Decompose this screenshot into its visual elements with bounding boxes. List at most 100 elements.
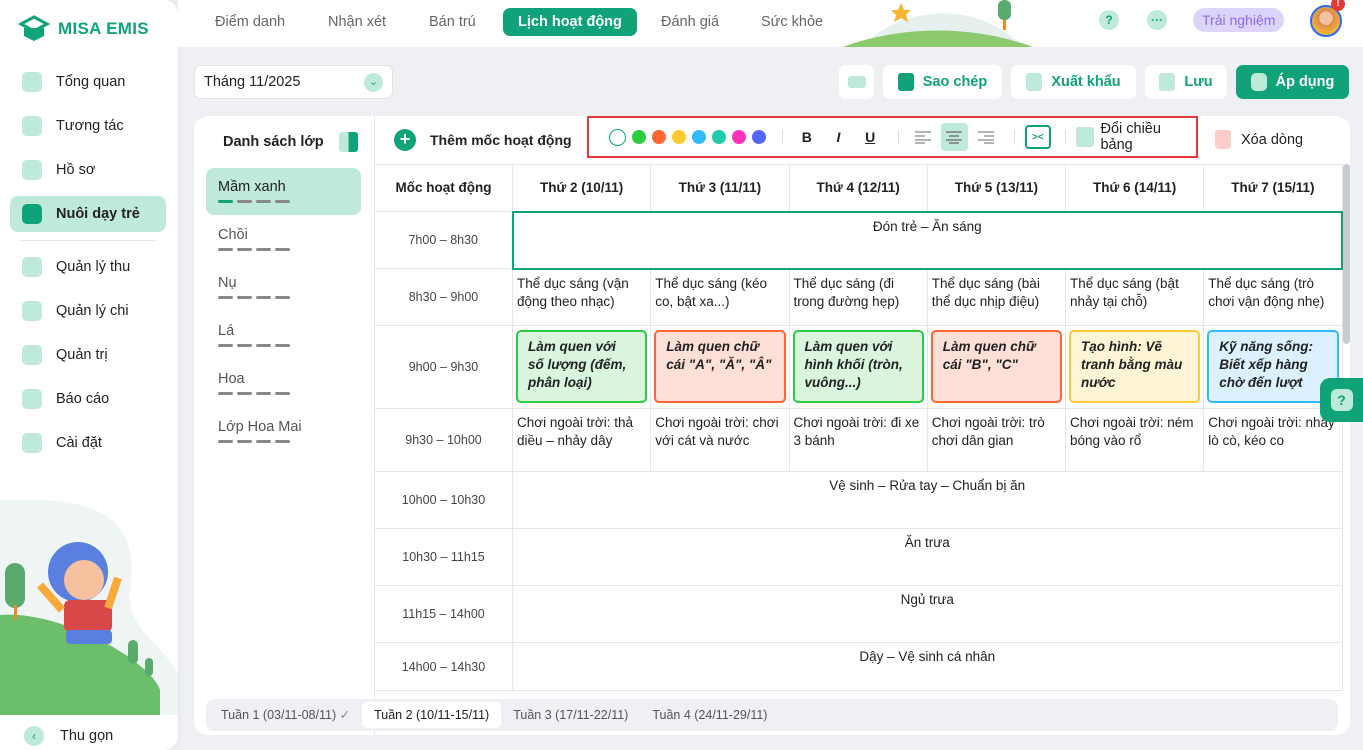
activity-cell[interactable]: Thể dục sáng (bật nhảy tại chỗ) — [1066, 269, 1204, 326]
activity-cell[interactable]: Làm quen chữ cái "B", "C" — [927, 326, 1065, 409]
activity-cell[interactable]: Thể dục sáng (bài thể dục nhịp điệu) — [927, 269, 1065, 326]
sidebar-item-quan-ly-chi[interactable]: Quản lý chi — [10, 293, 166, 329]
separator — [898, 130, 899, 144]
tab-anh-gia[interactable]: Đánh giá — [646, 8, 734, 36]
sidebar-item-tong-quan[interactable]: Tổng quan — [10, 64, 166, 100]
logo[interactable]: MISA EMIS — [18, 14, 149, 44]
week-label: Tuần 4 (24/11-29/11) — [652, 708, 767, 722]
color-swatch[interactable] — [692, 130, 706, 144]
save-button[interactable]: Lưu — [1145, 65, 1227, 99]
collapse-button[interactable]: ‹ Thu gọn — [24, 726, 113, 746]
activity-cell[interactable]: Chơi ngoài trời: thả diều – nhảy dây — [513, 409, 651, 472]
keyboard-button[interactable] — [839, 65, 874, 99]
class-item-mam-xanh[interactable]: Mầm xanh — [206, 168, 361, 215]
italic-button[interactable]: I — [825, 123, 853, 151]
activity-cell[interactable]: Ăn trưa — [513, 529, 1343, 586]
color-swatch[interactable] — [632, 130, 646, 144]
color-swatch[interactable] — [672, 130, 686, 144]
class-item-la[interactable]: Lá — [206, 312, 361, 359]
sidebar-item-nuoi-day-tre[interactable]: Nuôi dạy trẻ — [10, 196, 166, 232]
scrollbar[interactable] — [1343, 164, 1350, 344]
align-center-button[interactable] — [941, 123, 969, 151]
class-item-hoa[interactable]: Hoa — [206, 360, 361, 407]
activity-cell[interactable]: Chơi ngoài trời: đi xe 3 bánh — [789, 409, 927, 472]
pie-chart-icon — [22, 72, 42, 92]
help-float-button[interactable]: ? — [1320, 378, 1363, 422]
tab-iem-danh[interactable]: Điểm danh — [200, 8, 300, 36]
color-swatch[interactable] — [609, 129, 626, 146]
tab-ban-tru[interactable]: Bán trú — [414, 8, 491, 36]
trial-button[interactable]: Trải nghiệm — [1193, 8, 1284, 32]
sidebar-item-tuong-tac[interactable]: Tương tác — [10, 108, 166, 144]
logo-text: MISA EMIS — [58, 19, 149, 39]
activity-cell[interactable]: Chơi ngoài trời: trò chơi dân gian — [927, 409, 1065, 472]
color-swatch[interactable] — [752, 130, 766, 144]
color-swatch[interactable] — [732, 130, 746, 144]
sidebar-item-quan-ly-thu[interactable]: Quản lý thu — [10, 249, 166, 285]
collapse-label: Thu gọn — [60, 728, 113, 744]
activity-cell[interactable]: Chơi ngoài trời: ném bóng vào rổ — [1066, 409, 1204, 472]
activity-cell[interactable]: Thể dục sáng (kéo co, bật xa...) — [651, 269, 789, 326]
week-tab[interactable]: Tuần 4 (24/11-29/11) — [640, 702, 779, 728]
activity-cell[interactable]: Ngủ trưa — [513, 586, 1343, 643]
progress-dashes — [218, 344, 349, 347]
tab-lich-hoat-dong[interactable]: Lịch hoạt động — [503, 8, 637, 36]
swap-table-button[interactable]: Đổi chiều bảng — [1076, 121, 1196, 153]
collapse-panel-icon[interactable] — [339, 132, 358, 152]
sidebar-item-quan-tri[interactable]: Quản trị — [10, 337, 166, 373]
separator — [782, 130, 783, 144]
sidebar-item-cai-dat[interactable]: Cài đặt — [10, 425, 166, 461]
activity-cell[interactable]: Tạo hình: Vẽ tranh bằng màu nước — [1066, 326, 1204, 409]
tab-suc-khoe[interactable]: Sức khỏe — [746, 8, 838, 36]
class-item-nu[interactable]: Nụ — [206, 264, 361, 311]
table-row: 14h00 – 14h30Dậy – Vệ sinh cá nhân — [375, 643, 1343, 691]
sidebar-item-bao-cao[interactable]: Báo cáo — [10, 381, 166, 417]
time-cell: 7h00 – 8h30 — [375, 212, 513, 269]
copy-button[interactable]: Sao chép — [883, 65, 1002, 99]
time-cell: 9h30 – 10h00 — [375, 409, 513, 472]
class-item-choi[interactable]: Chồi — [206, 216, 361, 263]
tab-nhan-xet[interactable]: Nhận xét — [313, 8, 401, 36]
activity-cell[interactable]: Làm quen với số lượng (đếm, phân loại) — [513, 326, 651, 409]
merge-cells-button[interactable]: >< — [1025, 125, 1051, 149]
class-item-lop-hoa-mai[interactable]: Lớp Hoa Mai — [206, 408, 361, 455]
copy-icon — [898, 73, 914, 91]
week-tab[interactable]: Tuần 2 (10/11-15/11) — [362, 702, 501, 728]
activity-cell[interactable]: Thể dục sáng (vận động theo nhạc) — [513, 269, 651, 326]
month-select[interactable]: Tháng 11/2025 ⌄ — [194, 65, 393, 99]
help-button[interactable]: ? — [1099, 10, 1119, 30]
activity-cell[interactable]: Chơi ngoài trời: chơi với cát và nước — [651, 409, 789, 472]
sidebar-item-label: Hồ sơ — [56, 162, 95, 178]
time-cell: 9h00 – 9h30 — [375, 326, 513, 409]
align-left-button[interactable] — [909, 123, 937, 151]
activity-cell[interactable]: Làm quen với hình khối (tròn, vuông...) — [789, 326, 927, 409]
activity-cell[interactable]: Làm quen chữ cái "A", "Ă", "Â" — [651, 326, 789, 409]
activity-cell[interactable]: Dậy – Vệ sinh cá nhân — [513, 643, 1343, 691]
month-value: Tháng 11/2025 — [204, 74, 300, 90]
color-swatch[interactable] — [712, 130, 726, 144]
delete-row-button[interactable]: Xóa dòng — [1215, 130, 1303, 149]
activity-cell[interactable]: Vệ sinh – Rửa tay – Chuẩn bị ăn — [513, 472, 1343, 529]
week-tab[interactable]: Tuần 3 (17/11-22/11) — [501, 702, 640, 728]
align-right-button[interactable] — [972, 123, 1000, 151]
sidebar-item-ho-so[interactable]: Hồ sơ — [10, 152, 166, 188]
more-button[interactable]: ··· — [1147, 10, 1167, 30]
class-name: Mầm xanh — [218, 179, 349, 195]
bold-button[interactable]: B — [793, 123, 821, 151]
activity-highlight: Làm quen chữ cái "B", "C" — [931, 330, 1062, 403]
activity-cell[interactable]: Đón trẻ – Ăn sáng — [513, 212, 1343, 269]
girl-illustration — [0, 500, 178, 715]
activity-cell[interactable]: Thể dục sáng (trò chơi vận động nhẹ) — [1204, 269, 1342, 326]
table-row: 9h00 – 9h30Làm quen với số lượng (đếm, p… — [375, 326, 1343, 409]
progress-dashes — [218, 248, 349, 251]
apply-button[interactable]: Áp dụng — [1236, 65, 1349, 99]
table-row: 10h00 – 10h30Vệ sinh – Rửa tay – Chuẩn b… — [375, 472, 1343, 529]
activity-cell[interactable]: Thể dục sáng (đi trong đường hẹp) — [789, 269, 927, 326]
check-icon — [1251, 73, 1267, 91]
color-swatch[interactable] — [652, 130, 666, 144]
time-cell: 8h30 – 9h00 — [375, 269, 513, 326]
export-button[interactable]: Xuất khẩu — [1011, 65, 1136, 99]
week-tab[interactable]: Tuần 1 (03/11-08/11) ✓ — [209, 702, 362, 728]
underline-button[interactable]: U — [856, 123, 884, 151]
add-milestone-button[interactable]: + Thêm mốc hoạt động — [394, 129, 572, 151]
